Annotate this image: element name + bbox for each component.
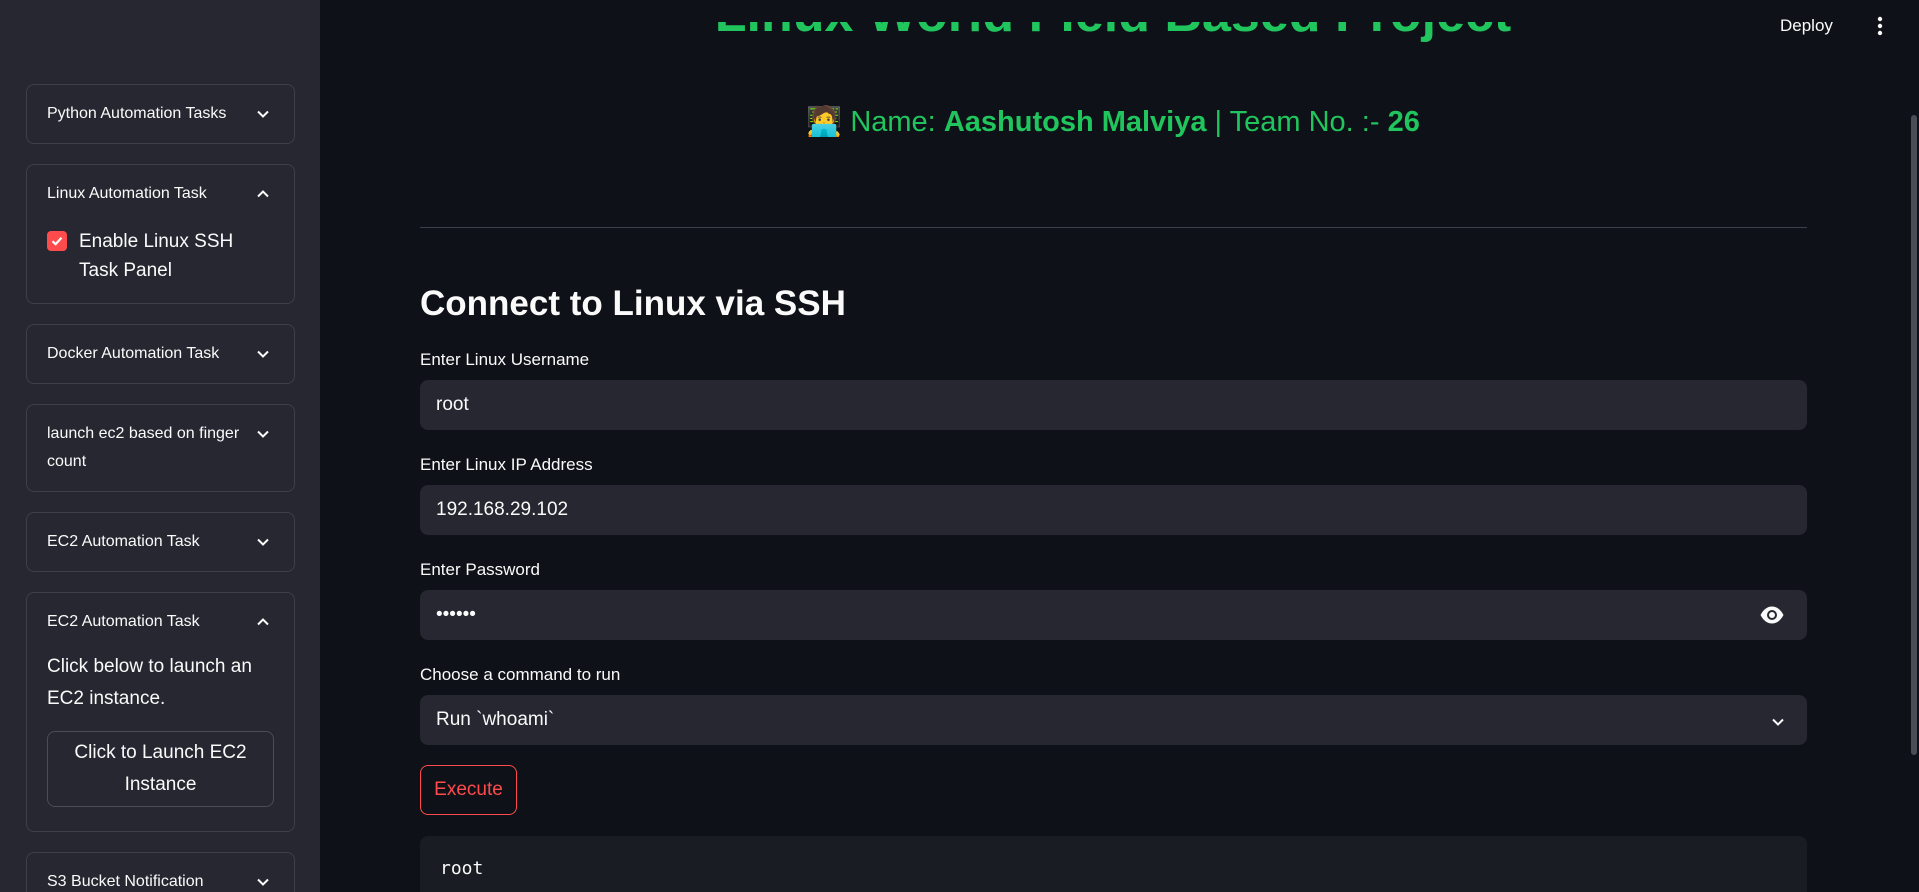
scrollbar[interactable] [1911,115,1917,755]
eye-icon[interactable] [1759,603,1785,627]
chevron-down-icon[interactable] [256,427,270,441]
checkbox-label: Enable Linux SSH Task Panel [79,231,234,281]
username-input[interactable]: root [420,380,1807,430]
expander-label: Linux Automation Task [47,185,207,202]
command-label: Choose a command to run [420,665,621,684]
author-line: 🧑‍💻 Name: Aashutosh Malviya | Team No. :… [420,105,1806,139]
sidebar: Python Automation Tasks Linux Automation… [0,0,320,892]
page-title: Linux World Field Based Project [420,22,1806,72]
expander-header[interactable]: Python Automation Tasks [27,85,294,143]
chevron-down-icon[interactable] [256,875,270,889]
expander-docker-automation[interactable]: Docker Automation Task [26,324,295,384]
expander-label: EC2 Automation Task [47,613,200,630]
more-vertical-icon[interactable] [1872,14,1888,38]
expander-header[interactable]: Linux Automation Task [27,165,294,223]
command-output: root [420,836,1807,892]
chevron-up-icon[interactable] [256,615,270,629]
expander-launch-ec2-finger[interactable]: launch ec2 based on finger count [26,404,295,492]
expander-header[interactable]: EC2 Automation Task [27,513,294,571]
page-title-text: Linux World Field Based Project [420,22,1806,40]
expander-header[interactable]: EC2 Automation Task [27,593,294,651]
coder-emoji-icon: 🧑‍💻 [806,106,843,138]
chevron-down-icon[interactable] [256,535,270,549]
expander-label: S3 Bucket Notification [47,873,204,890]
password-value: •••••• [436,604,476,625]
team-number: 26 [1387,106,1420,138]
expander-header[interactable]: launch ec2 based on finger count [27,405,294,491]
chevron-down-icon[interactable] [1771,713,1785,727]
ec2-launch-instructions: Click below to launch an EC2 instance. [47,656,252,709]
command-selected-value: Run `whoami` [436,709,555,730]
name-prefix: Name: [850,106,944,138]
ip-address-input[interactable]: 192.168.29.102 [420,485,1807,535]
expander-label: Docker Automation Task [47,345,220,362]
chevron-down-icon[interactable] [256,107,270,121]
checkmark-icon[interactable] [47,231,67,251]
chevron-up-icon[interactable] [256,187,270,201]
expander-s3-notification[interactable]: S3 Bucket Notification [26,852,295,892]
expander-ec2-automation[interactable]: EC2 Automation Task [26,512,295,572]
expander-label: Python Automation Tasks [47,105,227,122]
execute-button[interactable]: Execute [420,765,517,815]
username-label: Enter Linux Username [420,350,590,369]
expander-header[interactable]: S3 Bucket Notification [27,853,294,892]
password-input[interactable]: •••••• [420,590,1807,640]
command-select[interactable]: Run `whoami` [420,695,1807,745]
section-title: Connect to Linux via SSH [420,284,846,323]
chevron-down-icon[interactable] [256,347,270,361]
expander-header[interactable]: Docker Automation Task [27,325,294,383]
ip-label: Enter Linux IP Address [420,455,593,474]
team-prefix: | Team No. :- [1206,106,1388,138]
expander-ec2-automation-open[interactable]: EC2 Automation Task Click below to launc… [26,592,295,832]
expander-python-automation[interactable]: Python Automation Tasks [26,84,295,144]
expander-label: EC2 Automation Task [47,533,200,550]
ssh-panel-checkbox-row[interactable]: Enable Linux SSH Task Panel [27,227,294,285]
password-label: Enter Password [420,560,540,579]
divider [420,227,1807,228]
expander-linux-automation[interactable]: Linux Automation Task Enable Linux SSH T… [26,164,295,304]
expander-label: launch ec2 based on finger count [47,425,240,470]
launch-ec2-button[interactable]: Click to Launch EC2 Instance [47,731,274,807]
author-name: Aashutosh Malviya [943,106,1207,138]
